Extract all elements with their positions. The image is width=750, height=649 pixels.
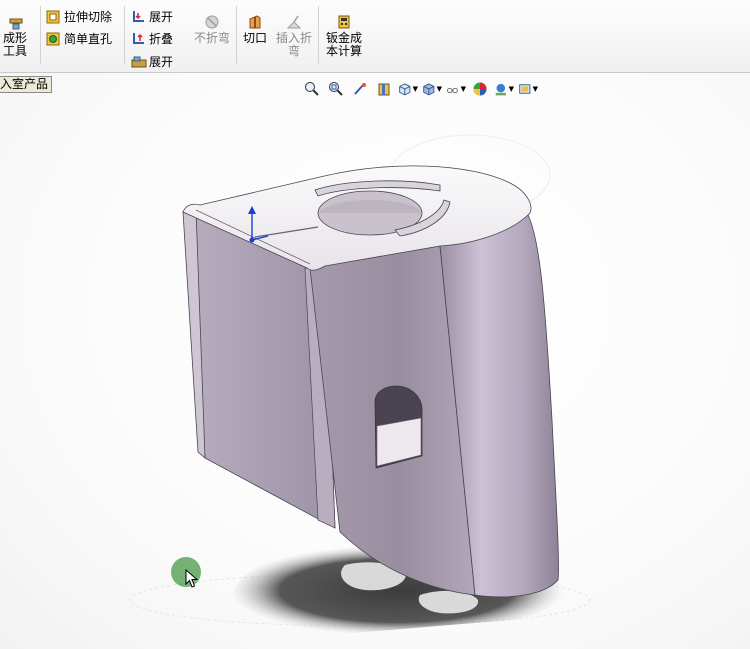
flatten-icon	[131, 55, 147, 69]
simple-hole-button[interactable]: 简单直孔	[46, 30, 112, 47]
forming-tool-button[interactable]: 成形工具	[0, 16, 38, 58]
triad-origin	[249, 237, 255, 243]
fold-icon	[131, 32, 145, 46]
view-orientation-icon[interactable]: ▼	[398, 80, 418, 98]
flatten-label: 展开	[149, 55, 174, 69]
command-manager-ribbon: 成形工具 拉伸切除 简单直孔 展开 折叠 展开 不折弯 切口 插入折弯 钣金成本…	[0, 0, 750, 73]
sheetmetal-cost-button[interactable]: 钣金成本计算	[322, 14, 366, 58]
graphics-viewport[interactable]	[0, 73, 750, 649]
ribbon-separator	[318, 6, 319, 64]
rip-label: 切口	[242, 31, 267, 45]
ribbon-separator	[40, 6, 41, 64]
apply-scene-icon[interactable]: ▼	[494, 80, 514, 98]
extruded-cut-button[interactable]: 拉伸切除	[46, 8, 112, 25]
edit-appearance-icon[interactable]	[470, 80, 490, 98]
no-bends-icon	[205, 15, 219, 29]
no-bends-label: 不折弯	[193, 31, 230, 45]
forming-tool-label: 成形工具	[2, 31, 27, 58]
extruded-cut-icon	[46, 10, 60, 24]
rip-icon	[249, 15, 261, 29]
fold-button[interactable]: 折叠	[131, 30, 173, 47]
unfold-icon	[131, 10, 145, 24]
unfold-label: 展开	[149, 10, 174, 24]
section-view-icon[interactable]	[374, 80, 394, 98]
zoom-to-area-icon[interactable]	[326, 80, 346, 98]
display-style-icon[interactable]: ▼	[422, 80, 442, 98]
ribbon-separator	[236, 6, 237, 64]
chevron-down-icon: ▼	[460, 85, 466, 93]
ribbon-separator	[124, 6, 125, 64]
no-bends-button[interactable]: 不折弯	[190, 14, 234, 45]
rip-button[interactable]: 切口	[240, 14, 270, 45]
unfold-button[interactable]: 展开	[131, 8, 173, 25]
simple-hole-label: 简单直孔	[64, 32, 113, 46]
chevron-down-icon: ▼	[436, 85, 442, 93]
extruded-cut-label: 拉伸切除	[64, 10, 113, 24]
mouse-pointer-icon	[185, 569, 199, 588]
feature-tree-tab[interactable]: 入室产品	[0, 76, 53, 93]
simple-hole-icon	[46, 32, 60, 46]
model-view	[129, 134, 591, 636]
hide-show-items-icon[interactable]: ▼	[446, 80, 466, 98]
insert-bends-icon	[286, 15, 302, 29]
chevron-down-icon: ▼	[412, 85, 418, 93]
sheetmetal-cost-label: 钣金成本计算	[325, 31, 362, 58]
sheetmetal-cost-icon	[338, 15, 350, 29]
zoom-to-fit-icon[interactable]	[302, 80, 322, 98]
heads-up-view-toolbar: ▼ ▼ ▼ ▼ ▼	[302, 80, 538, 98]
fold-label: 折叠	[149, 32, 174, 46]
insert-bends-button[interactable]: 插入折弯	[274, 14, 314, 58]
chevron-down-icon: ▼	[532, 85, 538, 93]
chevron-down-icon: ▼	[508, 85, 514, 93]
forming-tool-icon	[9, 18, 23, 30]
flatten-button[interactable]: 展开	[131, 53, 173, 70]
insert-bends-label: 插入折弯	[275, 31, 312, 58]
previous-view-icon[interactable]	[350, 80, 370, 98]
view-settings-icon[interactable]: ▼	[518, 80, 538, 98]
